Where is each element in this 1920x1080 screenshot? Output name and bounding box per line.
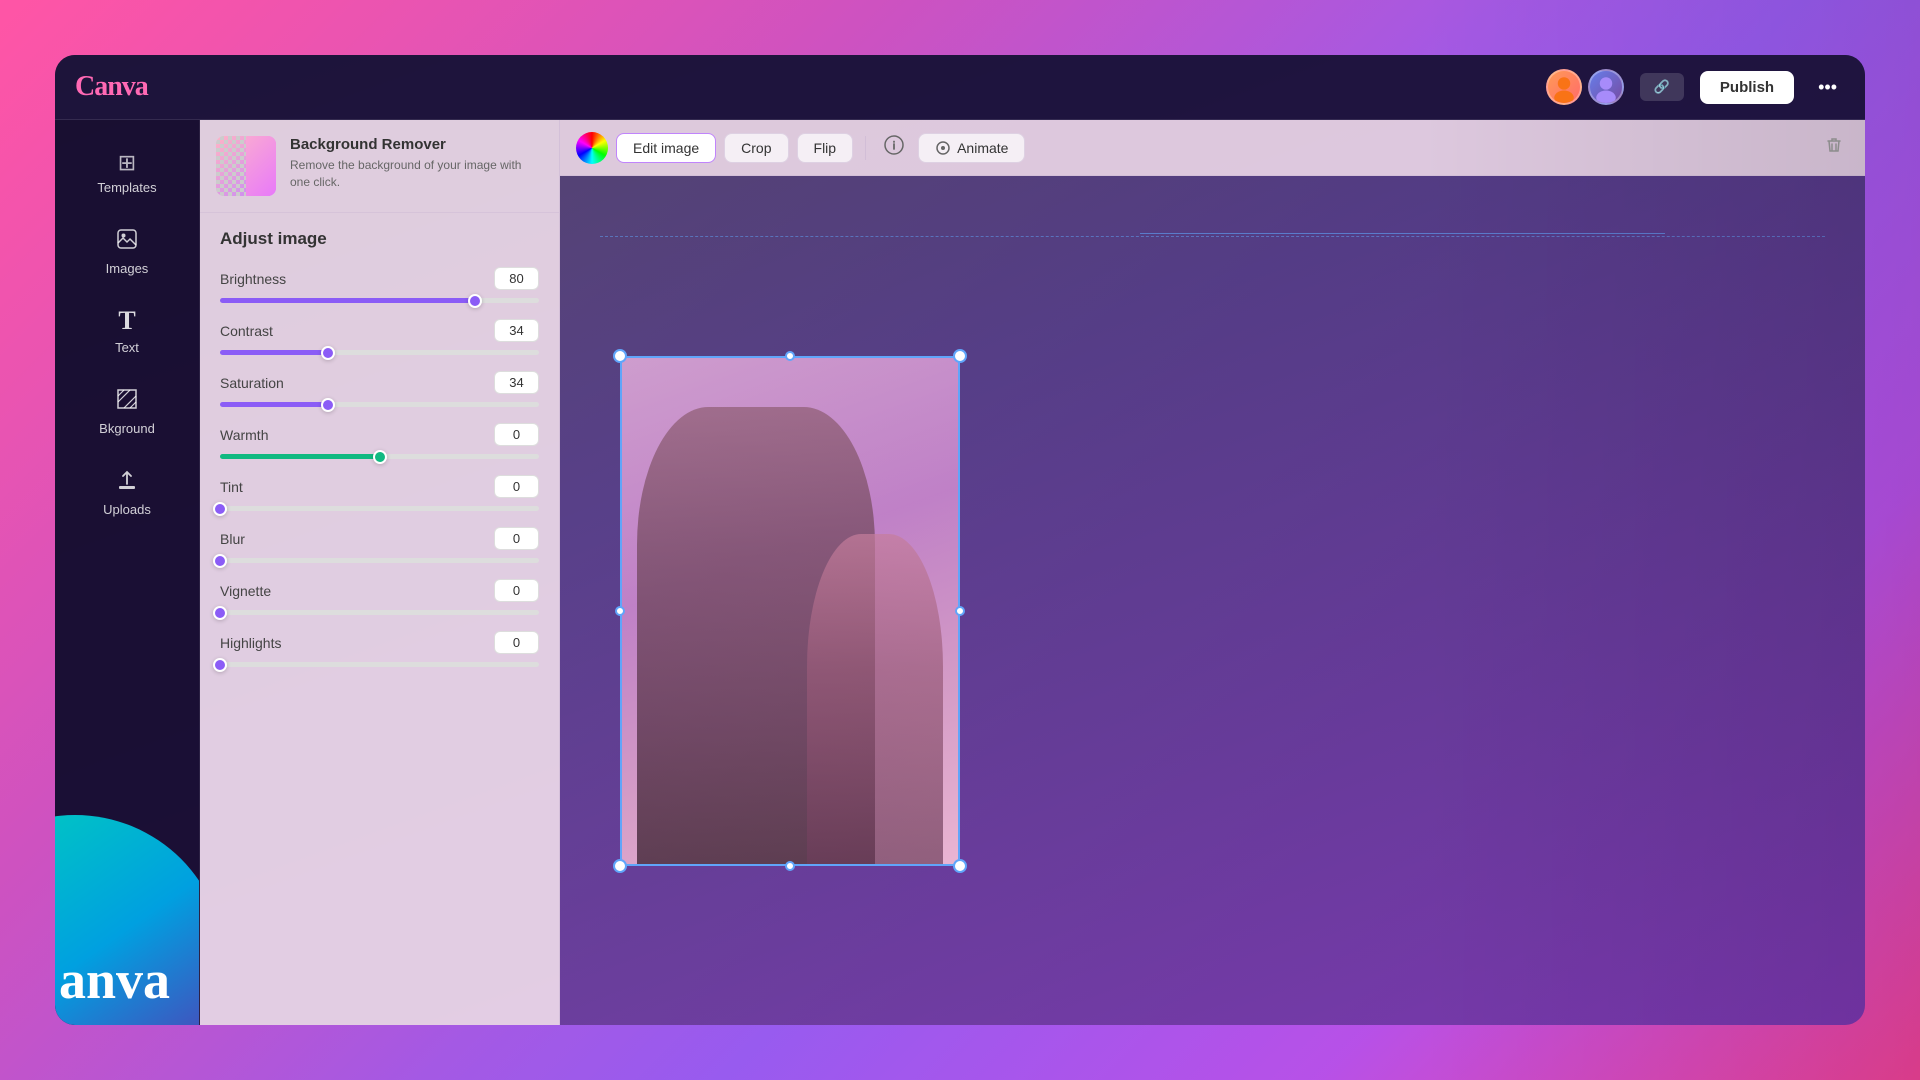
tint-slider-row: Tint 0 [220,475,539,511]
vignette-slider-row: Vignette 0 [220,579,539,615]
flip-button[interactable]: Flip [797,133,854,163]
blur-slider-row: Blur 0 [220,527,539,563]
resize-handle-ml[interactable] [615,606,625,616]
warmth-label: Warmth [220,427,268,443]
resize-handle-tl[interactable] [613,349,627,363]
text-icon: T [118,308,135,334]
saturation-label: Saturation [220,375,284,391]
sidebar-label-templates: Templates [97,180,156,195]
animate-button[interactable]: Animate [918,133,1025,163]
warmth-track[interactable] [220,454,539,459]
sidebar-label-background: Bkground [99,421,155,436]
user-avatars [1546,69,1624,105]
canvas-area: Edit image Crop Flip [560,120,1865,1025]
avatar-1 [1546,69,1582,105]
blur-value[interactable]: 0 [494,527,539,550]
blur-label: Blur [220,531,245,547]
tint-track[interactable] [220,506,539,511]
resize-handle-tr[interactable] [953,349,967,363]
resize-handle-bm[interactable] [785,861,795,871]
canva-circle-logo: Canva [55,815,200,1025]
saturation-slider-row: Saturation 34 [220,371,539,407]
resize-handle-tm[interactable] [785,351,795,361]
share-button[interactable]: 🔗 [1640,73,1684,101]
resize-handle-bl[interactable] [613,859,627,873]
sidebar-item-templates[interactable]: ⊞ Templates [77,140,177,207]
highlights-track[interactable] [220,662,539,667]
delete-button[interactable] [1819,130,1849,165]
canvas-image [620,356,960,866]
contrast-value[interactable]: 34 [494,319,539,342]
canvas-wrapper [560,176,1865,1025]
canva-circle-text: Canva [55,949,170,1011]
brightness-slider-row: Brightness 80 [220,267,539,303]
templates-icon: ⊞ [118,152,136,174]
sidebar-item-text[interactable]: T Text [77,296,177,367]
contrast-label: Contrast [220,323,273,339]
sidebar-item-background[interactable]: Bkground [77,375,177,448]
contrast-slider-row: Contrast 34 [220,319,539,355]
sidebar-label-uploads: Uploads [103,502,151,517]
bg-remover-desc: Remove the background of your image with… [290,157,543,191]
brightness-value[interactable]: 80 [494,267,539,290]
uploads-icon [115,468,139,496]
bg-remover-thumbnail [216,136,276,196]
info-button[interactable] [878,129,910,166]
background-icon [115,387,139,415]
resize-handle-mr[interactable] [955,606,965,616]
sidebar: ⊞ Templates Images T Text [55,120,200,1025]
adjust-title: Adjust image [220,229,539,249]
warmth-value[interactable]: 0 [494,423,539,446]
app-header: Canva 🔗 Publish [55,55,1865,120]
app-logo: Canva [75,71,148,103]
blur-track[interactable] [220,558,539,563]
adjust-panel: Background Remover Remove the background… [200,120,560,1025]
saturation-value[interactable]: 34 [494,371,539,394]
publish-button[interactable]: Publish [1700,71,1794,104]
sidebar-item-uploads[interactable]: Uploads [77,456,177,529]
highlights-value[interactable]: 0 [494,631,539,654]
canvas-toolbar: Edit image Crop Flip [560,120,1865,176]
avatar-2 [1588,69,1624,105]
vignette-value[interactable]: 0 [494,579,539,602]
vignette-track[interactable] [220,610,539,615]
adjust-image-section: Adjust image Brightness 80 [200,213,559,1025]
figure-secondary [807,534,943,866]
sidebar-label-text: Text [115,340,139,355]
highlights-label: Highlights [220,635,281,651]
edit-image-button[interactable]: Edit image [616,133,716,163]
background-remover-section: Background Remover Remove the background… [200,120,559,213]
brightness-track[interactable] [220,298,539,303]
more-options-button[interactable]: ••• [1810,73,1845,102]
warmth-slider-row: Warmth 0 [220,423,539,459]
contrast-track[interactable] [220,350,539,355]
highlights-slider-row: Highlights 0 [220,631,539,667]
resize-handle-br[interactable] [953,859,967,873]
toolbar-divider-1 [865,136,866,160]
tint-label: Tint [220,479,243,495]
bg-remover-title: Background Remover [290,136,543,153]
tint-value[interactable]: 0 [494,475,539,498]
vignette-label: Vignette [220,583,271,599]
sidebar-label-images: Images [106,261,149,276]
color-wheel-button[interactable] [576,132,608,164]
crop-button[interactable]: Crop [724,133,788,163]
saturation-track[interactable] [220,402,539,407]
sidebar-item-images[interactable]: Images [77,215,177,288]
brightness-label: Brightness [220,271,286,287]
images-icon [115,227,139,255]
canvas-image-element[interactable] [620,356,960,866]
